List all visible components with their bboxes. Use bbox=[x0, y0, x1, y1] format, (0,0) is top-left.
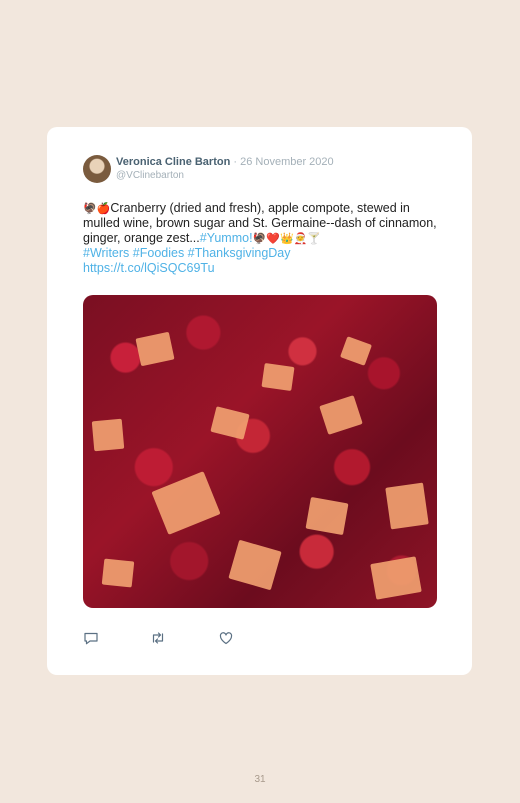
cranberry-compote-photo[interactable] bbox=[83, 295, 437, 608]
apple-chunk bbox=[340, 336, 372, 366]
apple-chunk bbox=[319, 395, 363, 435]
tweet-date[interactable]: 26 November 2020 bbox=[240, 156, 334, 168]
tweet-card: Veronica Cline Barton · 26 November 2020… bbox=[47, 127, 472, 675]
heart-icon[interactable] bbox=[218, 630, 234, 646]
lead-emoji: 🦃🍎 bbox=[83, 202, 111, 215]
apple-chunk bbox=[135, 331, 175, 367]
apple-chunk bbox=[385, 482, 429, 530]
tweet-text: 🦃🍎Cranberry (dried and fresh), apple com… bbox=[83, 201, 439, 276]
hashtags-line[interactable]: #Writers #Foodies #ThanksgivingDay bbox=[83, 246, 291, 260]
author-row: Veronica Cline Barton · 26 November 2020 bbox=[116, 156, 334, 168]
trail-emoji: 🦃❤️👑🧑‍🎄🍸 bbox=[252, 232, 322, 245]
tweet-url[interactable]: https://t.co/lQiSQC69Tu bbox=[83, 261, 215, 275]
apple-chunk bbox=[261, 363, 295, 391]
apple-chunk bbox=[151, 471, 221, 535]
avatar[interactable] bbox=[83, 155, 111, 183]
separator: · bbox=[230, 156, 241, 168]
page-number: 31 bbox=[254, 774, 266, 785]
apple-chunk bbox=[210, 406, 250, 440]
apple-chunk bbox=[370, 556, 422, 600]
apple-chunk bbox=[91, 418, 125, 452]
author-handle[interactable]: @VClinebarton bbox=[116, 170, 184, 181]
apple-chunk bbox=[305, 496, 349, 536]
retweet-icon[interactable] bbox=[150, 630, 166, 646]
author-name[interactable]: Veronica Cline Barton bbox=[116, 156, 230, 168]
apple-chunk bbox=[101, 558, 135, 588]
reply-icon[interactable] bbox=[83, 630, 99, 646]
apple-chunk bbox=[228, 539, 282, 591]
hashtag-yummo[interactable]: #Yummo! bbox=[200, 231, 253, 245]
